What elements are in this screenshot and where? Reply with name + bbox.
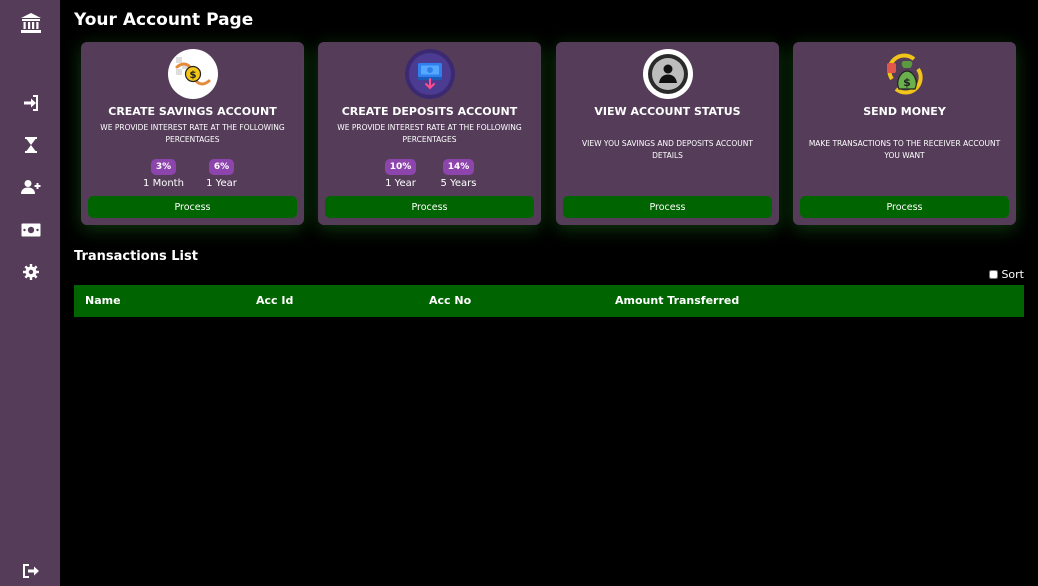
send-money-card: $ SEND MONEY MAKE TRANSACTIONS TO THE RE… — [793, 42, 1016, 225]
gear-icon[interactable] — [18, 261, 44, 283]
rate-badge: 14% — [442, 159, 475, 175]
savings-process-button[interactable]: Process — [88, 196, 297, 218]
view-account-status-card: VIEW ACCOUNT STATUS VIEW YOU SAVINGS AND… — [556, 42, 779, 225]
sidebar — [0, 0, 60, 586]
card-title: CREATE SAVINGS ACCOUNT — [108, 105, 277, 118]
rate-item: 14% 5 Years — [433, 154, 485, 189]
column-header-acc-id[interactable]: Acc Id — [256, 294, 293, 307]
main-content: Your Account Page $ CREATE SAVINGS ACCOU… — [60, 0, 1038, 586]
rate-term: 5 Years — [440, 178, 477, 189]
rate-term: 1 Month — [143, 178, 184, 189]
create-savings-account-card: $ CREATE SAVINGS ACCOUNT WE PROVIDE INTE… — [81, 42, 304, 225]
rate-item: 10% 1 Year — [375, 154, 427, 189]
card-title: CREATE DEPOSITS ACCOUNT — [341, 105, 518, 118]
sign-in-icon[interactable] — [18, 92, 44, 114]
deposit-money-icon — [405, 49, 455, 99]
deposits-process-button[interactable]: Process — [325, 196, 534, 218]
rate-badge: 6% — [208, 159, 235, 175]
interest-rates: 10% 1 Year 14% 5 Years — [318, 154, 541, 189]
account-profile-icon — [643, 49, 693, 99]
user-plus-icon[interactable] — [18, 176, 44, 198]
card-description: VIEW YOU SAVINGS AND DEPOSITS ACCOUNT DE… — [582, 139, 753, 160]
money-bag-icon: $ — [880, 49, 930, 99]
rate-term: 1 Year — [206, 178, 237, 189]
create-deposits-account-card: CREATE DEPOSITS ACCOUNT WE PROVIDE INTER… — [318, 42, 541, 225]
column-header-name[interactable]: Name — [85, 294, 121, 307]
card-description: WE PROVIDE INTEREST RATE AT THE FOLLOWIN… — [337, 123, 522, 144]
svg-text:$: $ — [190, 70, 197, 81]
card-description: WE PROVIDE INTEREST RATE AT THE FOLLOWIN… — [100, 123, 285, 144]
column-header-amount-transferred[interactable]: Amount Transferred — [615, 294, 739, 307]
send-money-process-button[interactable]: Process — [800, 196, 1009, 218]
transactions-table-header: Name Acc Id Acc No Amount Transferred — [74, 285, 1024, 317]
column-header-acc-no[interactable]: Acc No — [429, 294, 471, 307]
rate-item: 3% 1 Month — [138, 154, 190, 189]
rate-item: 6% 1 Year — [196, 154, 248, 189]
rate-term: 1 Year — [385, 178, 416, 189]
card-description: MAKE TRANSACTIONS TO THE RECEIVER ACCOUN… — [808, 139, 1001, 160]
money-bill-icon[interactable] — [18, 219, 44, 241]
sort-checkbox[interactable] — [989, 270, 999, 279]
page-title: Your Account Page — [74, 10, 254, 30]
sort-control[interactable]: Sort — [989, 268, 1024, 281]
bank-icon[interactable] — [18, 12, 44, 34]
sign-out-icon[interactable] — [18, 560, 44, 582]
transactions-title: Transactions List — [74, 249, 198, 264]
hourglass-icon[interactable] — [18, 134, 44, 156]
rate-badge: 3% — [150, 159, 177, 175]
interest-rates: 3% 1 Month 6% 1 Year — [81, 154, 304, 189]
savings-hand-coin-icon: $ — [168, 49, 218, 99]
card-title: VIEW ACCOUNT STATUS — [594, 105, 741, 118]
account-status-process-button[interactable]: Process — [563, 196, 772, 218]
sort-label: Sort — [1001, 268, 1024, 281]
svg-text:$: $ — [903, 76, 911, 89]
rate-badge: 10% — [384, 159, 417, 175]
card-title: SEND MONEY — [863, 105, 946, 118]
